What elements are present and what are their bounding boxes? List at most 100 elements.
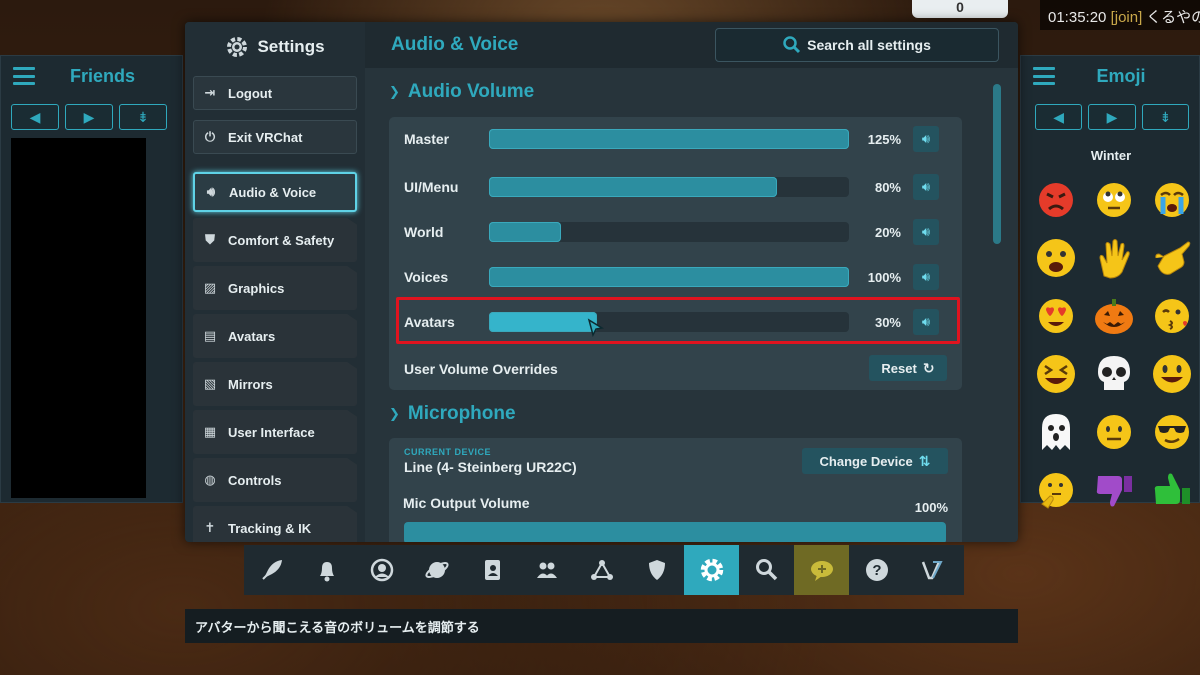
sidebar-item-label: Comfort & Safety [228,232,335,248]
microphone-header[interactable]: ❯ Microphone [389,403,516,425]
thumbs-up-icon[interactable] [1147,466,1197,514]
sidebar-item-avatars[interactable]: ▤ Avatars [193,314,357,358]
device-name: Line (4- Steinberg UR22C) [404,459,577,475]
mute-toggle[interactable]: 🔊︎ [913,219,939,245]
prev-page-button[interactable]: ◀ [11,104,59,130]
voices-volume-slider[interactable] [489,267,849,287]
sidebar-item-tracking-ik[interactable]: ✝ Tracking & IK [193,506,357,542]
sidebar-item-controls[interactable]: ◍ Controls [193,458,357,502]
logout-button[interactable]: ⇥ Logout [193,76,357,110]
help-button[interactable]: ? [849,545,904,595]
call-me-hand-icon[interactable] [1147,234,1197,282]
content-scrollbar[interactable] [993,84,1001,244]
exit-vrchat-button[interactable]: ⏻ Exit VRChat [193,120,357,154]
swap-device-icon: ⇅ [918,452,931,469]
sidebar-item-mirrors[interactable]: ▧ Mirrors [193,362,357,406]
sunglasses-face-icon[interactable] [1147,408,1197,456]
sidebar-item-audio-voice[interactable]: 🔊︎ Audio & Voice [193,172,357,212]
exit-label: Exit VRChat [228,129,303,145]
prev-page-button[interactable]: ◀ [1035,104,1083,130]
sort-icon[interactable]: ⇟ [1141,104,1189,130]
kissing-face-icon[interactable] [1147,292,1197,340]
audio-volume-header[interactable]: ❯ Audio Volume [389,81,534,103]
launch-pad-button[interactable] [244,545,299,595]
sidebar-item-user-interface[interactable]: ▦ User Interface [193,410,357,454]
neutral-face-icon[interactable] [1089,408,1139,456]
thinking-face-icon[interactable] [1031,466,1081,514]
notifications-button[interactable] [299,545,354,595]
mirror-icon: ▧ [203,376,217,391]
settings-content: Audio & Voice Search all settings ❯ Audi… [365,22,1018,542]
slider-row-ui-menu: UI/Menu 80% 🔊︎ [389,167,962,207]
groups-button[interactable] [574,545,629,595]
logout-icon: ⇥ [204,85,216,100]
grinning-face-icon[interactable] [1147,350,1197,398]
vrchat-plus-button[interactable] [904,545,959,595]
search-button[interactable]: Search all settings [715,28,999,62]
settings-window: Settings ⇥ Logout ⏻ Exit VRChat 🔊︎ Audio… [185,22,1018,542]
slider-label: Voices [404,269,449,285]
crying-face-icon[interactable] [1147,176,1197,224]
chat-icon [810,561,833,581]
section-title: Audio Volume [407,81,535,102]
next-page-button[interactable]: ▶ [1088,104,1136,130]
sidebar-item-graphics[interactable]: ▨ Graphics [193,266,357,310]
sidebar-item-label: Controls [228,472,282,488]
hamburger-icon[interactable] [1033,67,1055,85]
friends-list [11,138,146,498]
section-title: Microphone [407,403,516,424]
emoji-category: Winter [1090,148,1132,163]
social-button[interactable] [519,545,574,595]
mute-toggle[interactable]: 🔊︎ [913,264,939,290]
sidebar-item-comfort-safety[interactable]: ⛊ Comfort & Safety [193,218,357,262]
master-volume-slider[interactable] [489,129,849,149]
slider-label: World [404,224,444,240]
slider-label: Master [404,131,450,147]
shield-icon [648,560,665,580]
sort-icon[interactable]: ⇟ [119,104,167,130]
mute-toggle[interactable]: 🔊︎ [913,174,939,200]
emoji-title: Emoji [1096,65,1146,86]
slider-value: 20% [874,224,901,240]
world-volume-slider[interactable] [489,222,849,242]
reset-button[interactable]: Reset ↻ [869,355,947,381]
hamburger-icon[interactable] [13,67,35,85]
heart-eyes-face-icon[interactable] [1031,292,1081,340]
ghost-icon[interactable] [1031,408,1081,456]
avatars-button[interactable] [464,545,519,595]
speaker-icon: 🔊︎ [206,184,216,199]
squinting-laugh-face-icon[interactable] [1031,350,1081,398]
next-page-button[interactable]: ▶ [65,104,113,130]
search-dock-button[interactable] [739,545,794,595]
audio-volume-card: Master 125% 🔊︎ UI/Menu 80% 🔊︎ World 20% … [389,117,962,390]
power-icon: ⏻ [204,129,216,144]
settings-button[interactable] [684,545,739,595]
slider-label: UI/Menu [404,179,459,195]
search-icon [783,36,801,54]
eye-roll-face-icon[interactable] [1089,176,1139,224]
slider-value: 80% [874,179,901,195]
thumbs-down-icon[interactable] [1089,466,1139,514]
chevron-down-icon: ❯ [389,406,400,421]
shield-icon: ⛊ [205,232,215,247]
mic-output-slider[interactable] [404,522,946,542]
skull-icon[interactable] [1089,350,1139,398]
log-user: くるやのぶ [1146,9,1200,26]
ui-menu-volume-slider[interactable] [489,177,849,197]
chatbox-button[interactable] [794,545,849,595]
sidebar-item-label: Audio & Voice [229,184,317,200]
jack-o-lantern-icon[interactable] [1089,292,1139,340]
change-device-button[interactable]: Change Device ⇅ [802,448,948,474]
user-circle-icon [370,558,393,582]
raised-hand-icon[interactable] [1089,234,1139,282]
log-time: 01:35:20 [1048,9,1107,26]
angry-face-icon[interactable] [1031,176,1081,224]
sidebar-item-label: Mirrors [228,376,273,392]
slider-row-world: World 20% 🔊︎ [389,212,962,252]
safety-button[interactable] [629,545,684,595]
profile-button[interactable] [354,545,409,595]
worlds-button[interactable] [409,545,464,595]
mute-toggle[interactable]: 🔊︎ [913,126,939,152]
network-icon [590,560,613,580]
frowning-face-icon[interactable] [1031,234,1081,282]
